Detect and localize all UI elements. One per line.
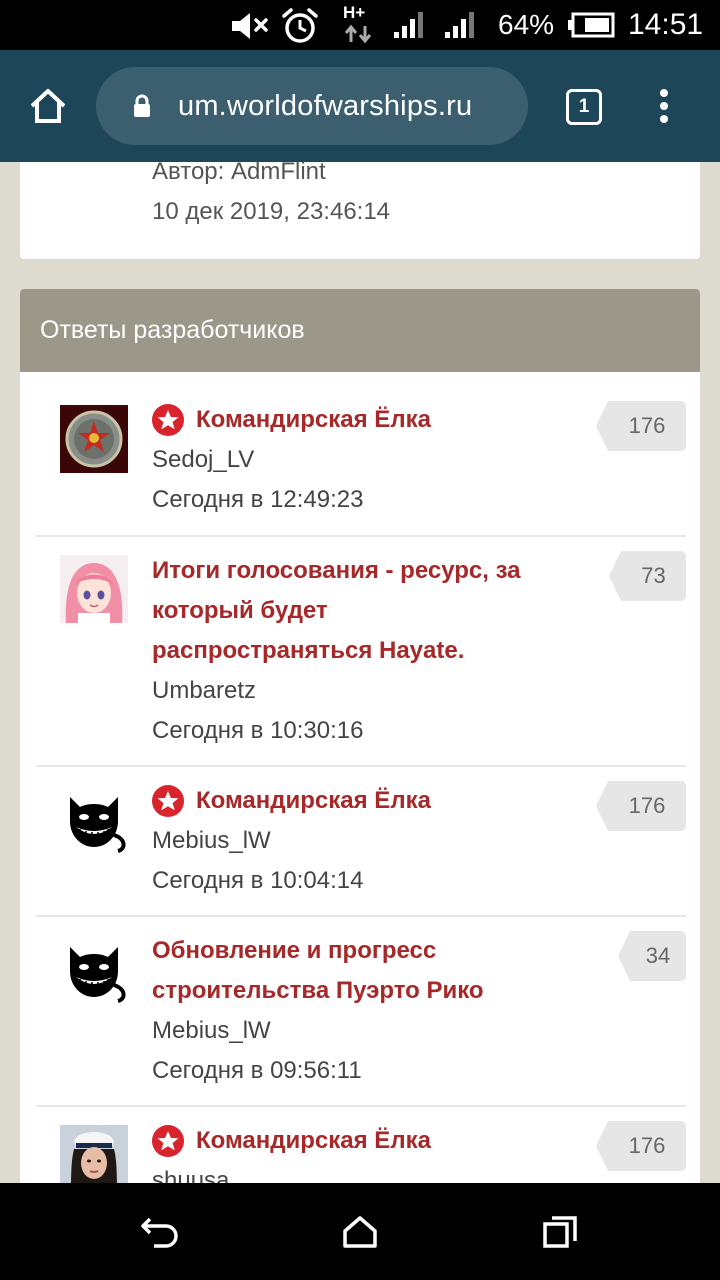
topic-author: Автор: AdmFlint bbox=[152, 158, 326, 185]
list-item[interactable]: Обновление и прогресс строительства Пуэр… bbox=[36, 917, 686, 1107]
post-time: Сегодня в 10:30:16 bbox=[152, 717, 364, 744]
signal-icon bbox=[394, 12, 423, 38]
post-time: Сегодня в 12:49:23 bbox=[152, 486, 364, 513]
data-arrows-icon bbox=[344, 24, 372, 44]
topic-title-line[interactable]: распространяться Hayate. bbox=[152, 637, 464, 665]
home-nav-icon[interactable] bbox=[342, 1215, 378, 1249]
avatar[interactable] bbox=[60, 555, 128, 623]
avatar[interactable] bbox=[60, 1125, 128, 1189]
section-title: Ответы разработчиков bbox=[40, 316, 305, 344]
browser-toolbar: um.worldofwarships.ru 1 bbox=[0, 50, 720, 162]
topic-card: Автор: AdmFlint 10 дек 2019, 23:46:14 bbox=[20, 158, 700, 259]
system-nav-bar bbox=[0, 1183, 720, 1280]
list-item[interactable]: Итоги голосования - ресурс, за который б… bbox=[36, 537, 686, 767]
home-icon[interactable] bbox=[28, 86, 68, 126]
alarm-icon bbox=[282, 8, 318, 43]
signal-icon bbox=[445, 12, 474, 38]
post-author[interactable]: Sedoj_LV bbox=[152, 446, 254, 474]
topic-title[interactable]: Командирская Ёлка bbox=[196, 787, 431, 815]
topic-title-line[interactable]: Обновление и прогресс bbox=[152, 937, 436, 965]
avatar[interactable] bbox=[60, 935, 128, 1003]
back-icon[interactable] bbox=[140, 1215, 180, 1249]
address-bar[interactable]: um.worldofwarships.ru bbox=[96, 67, 528, 145]
topic-title-line[interactable]: строительства Пуэрто Рико bbox=[152, 977, 484, 1005]
battery-percent: 64% bbox=[498, 9, 555, 40]
developer-answers-panel: Ответы разработчиков Командирская Ёлка S… bbox=[20, 289, 700, 1189]
post-time: Сегодня в 09:56:11 bbox=[152, 1057, 362, 1084]
topic-title-line[interactable]: Итоги голосования - ресурс, за bbox=[152, 557, 521, 585]
avatar[interactable] bbox=[60, 405, 128, 473]
list-item[interactable]: Командирская Ёлка shuusa 176 bbox=[36, 1107, 686, 1189]
reply-count: 176 bbox=[596, 1121, 686, 1171]
avatar[interactable] bbox=[60, 785, 128, 853]
star-icon bbox=[157, 791, 179, 811]
reply-count: 73 bbox=[609, 551, 686, 601]
reply-count: 176 bbox=[596, 781, 686, 831]
recents-icon[interactable] bbox=[542, 1215, 578, 1249]
pinned-badge bbox=[152, 785, 184, 817]
star-icon bbox=[157, 410, 179, 430]
status-bar: H+ 64% 14:51 bbox=[0, 0, 720, 50]
list-item[interactable]: Командирская Ёлка Sedoj_LV Сегодня в 12:… bbox=[36, 372, 686, 537]
post-author[interactable]: Mebius_lW bbox=[152, 827, 271, 855]
lock-icon bbox=[134, 94, 150, 117]
topic-title-line[interactable]: который будет bbox=[152, 597, 328, 625]
section-header: Ответы разработчиков bbox=[20, 289, 700, 372]
battery-icon bbox=[568, 12, 615, 38]
post-time: Сегодня в 10:04:14 bbox=[152, 867, 364, 894]
clock: 14:51 bbox=[628, 8, 704, 41]
menu-dots-icon[interactable] bbox=[654, 88, 674, 124]
topic-title[interactable]: Командирская Ёлка bbox=[196, 406, 431, 434]
list-item[interactable]: Командирская Ёлка Mebius_lW Сегодня в 10… bbox=[36, 767, 686, 917]
post-author[interactable]: Umbaretz bbox=[152, 677, 256, 705]
mute-icon bbox=[232, 13, 268, 39]
topic-title[interactable]: Командирская Ёлка bbox=[196, 1127, 431, 1155]
pinned-badge bbox=[152, 1125, 184, 1157]
topic-date: 10 дек 2019, 23:46:14 bbox=[152, 198, 391, 225]
reply-count: 176 bbox=[596, 401, 686, 451]
pinned-badge bbox=[152, 404, 184, 436]
star-icon bbox=[157, 1131, 179, 1151]
tab-switcher-button[interactable]: 1 bbox=[566, 89, 602, 125]
reply-count: 34 bbox=[618, 931, 686, 981]
post-author[interactable]: Mebius_lW bbox=[152, 1017, 271, 1045]
url-text: um.worldofwarships.ru bbox=[178, 90, 473, 122]
